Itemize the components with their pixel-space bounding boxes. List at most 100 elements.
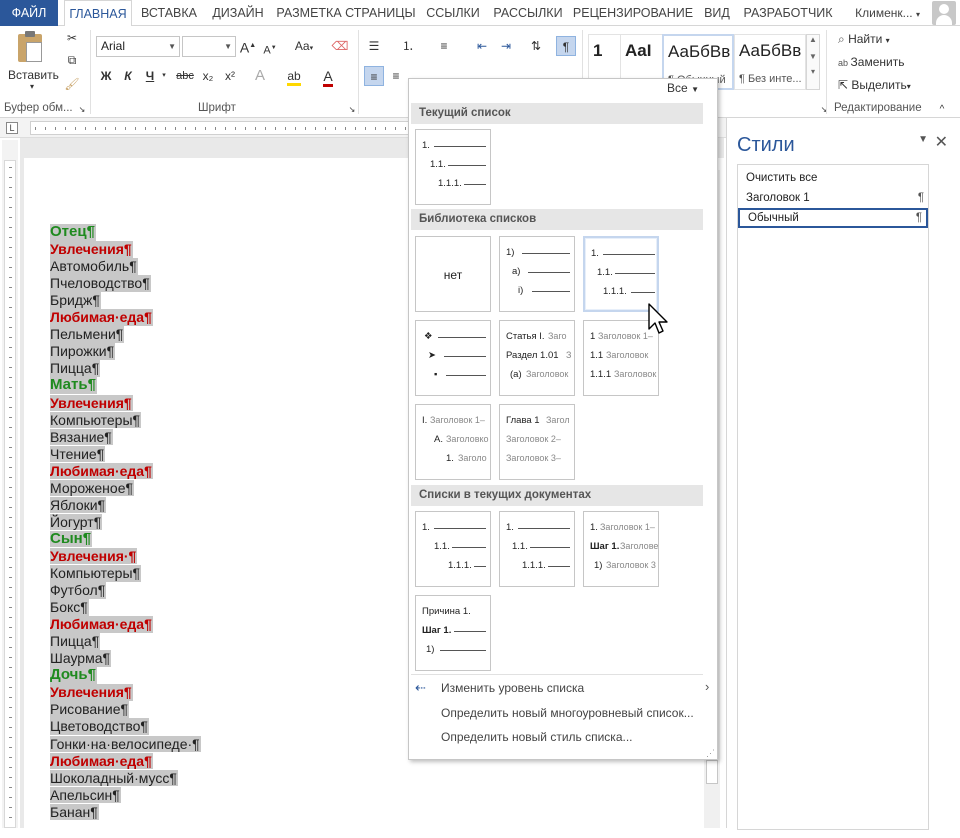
show-marks-icon[interactable]: ¶ [556,36,576,56]
font-size-combo[interactable]: ▼ [182,36,236,57]
dialog-launcher-icon[interactable]: ↘ [342,100,362,120]
document-line[interactable]: Компьютеры¶ [50,565,142,582]
list-thumb-doc-2[interactable]: 1. 1.1. 1.1.1. [499,511,575,587]
font-color-icon[interactable]: A [318,66,338,87]
document-line[interactable]: Отец¶ [50,223,96,241]
chevron-down-icon[interactable]: ▾ [158,66,170,86]
document-line[interactable]: Банан¶ [50,803,99,821]
select-button[interactable]: ⇱ Выделить▾ [838,78,911,92]
decrease-indent-icon[interactable]: ⇤ [472,36,492,56]
document-line[interactable]: Мать¶ [50,377,97,394]
dialog-launcher-icon[interactable]: ↘ [72,100,92,120]
resize-grip-icon[interactable]: ⋰ [706,748,715,759]
sort-icon[interactable]: ⇅ [526,36,546,56]
list-thumb-doc-3[interactable]: 1. Заголовок 1– Шаг 1. Заголове 1) Заголово… [583,511,659,587]
find-button[interactable]: ⌕ Найти ▾ [838,32,890,47]
grow-font-icon[interactable]: A▲ [238,36,258,56]
style-item-clear-all[interactable]: Очистить все [738,168,928,188]
menu-change-list-level[interactable]: Изменить уровень списка [441,681,584,695]
document-line[interactable]: Шаурма¶ [50,650,112,667]
document-line[interactable]: Рисование¶ [50,701,130,718]
menu-define-list-style[interactable]: Определить новый стиль списка... [441,730,633,744]
cut-icon[interactable]: ✂ [62,28,82,48]
document-line[interactable]: Апельсин¶ [50,786,121,804]
list-thumb-numbered-hover[interactable]: 1. 1.1. 1.1.1. [583,236,659,312]
styles-scroll[interactable]: ▲ ▼ ▾ [806,34,820,90]
list-thumb-doc-1[interactable]: 1. 1.1. 1.1.1. [415,511,491,587]
document-line[interactable]: Сын¶ [50,530,93,548]
bold-button[interactable]: Ж [96,66,116,86]
text-effects-icon[interactable]: A [250,66,270,86]
style-item-heading1[interactable]: Заголовок 1 ¶ [738,188,928,208]
menu-define-multilevel-list[interactable]: Определить новый многоуровневый список..… [441,706,694,720]
tab-design[interactable]: ДИЗАЙН [206,0,270,26]
document-line[interactable]: Компьютеры¶ [50,411,142,429]
replace-button[interactable]: ab Заменить [838,55,904,69]
list-thumb-doc-4[interactable]: Причина 1. Шаг 1. 1) [415,595,491,671]
strikethrough-button[interactable]: abc [174,66,196,86]
chevron-down-icon[interactable]: ▼ [918,134,928,145]
document-line[interactable]: Гонки·на·велосипеде·¶ [50,735,201,752]
change-case-button[interactable]: Aa▾ [288,36,320,56]
document-line[interactable]: Яблоки¶ [50,496,107,514]
shrink-font-icon[interactable]: A▼ [260,38,280,58]
document-line[interactable]: Бридж¶ [50,292,101,309]
list-thumb-roman[interactable]: I. Заголовок 1– A. Заголовко 1. Заголо [415,404,491,480]
bullets-icon[interactable]: ☰ [364,36,384,56]
avatar[interactable] [932,1,956,25]
align-left-icon[interactable]: ≡ [364,66,384,86]
document-line[interactable]: Любимая·еда¶ [50,309,153,326]
tab-references[interactable]: ССЫЛКИ [422,0,484,26]
list-thumb-current[interactable]: 1. 1.1. 1.1.1. [415,129,491,205]
tab-mailings[interactable]: РАССЫЛКИ [490,0,566,26]
increase-indent-icon[interactable]: ⇥ [496,36,516,56]
vertical-ruler[interactable] [2,140,18,828]
document-line[interactable]: Пчеловодство¶ [50,275,151,292]
superscript-button[interactable]: x² [220,66,240,86]
document-line[interactable]: Любимая·еда¶ [50,616,153,633]
format-painter-icon[interactable]: 🖌 [62,74,82,94]
numbering-icon[interactable]: ⒈ [398,36,418,56]
italic-button[interactable]: К [118,66,138,86]
document-line[interactable]: Увлечения¶ [50,394,133,411]
document-line[interactable]: Увлечения·¶ [50,547,138,565]
subscript-button[interactable]: x₂ [198,66,218,86]
tab-page-layout[interactable]: РАЗМЕТКА СТРАНИЦЫ [276,0,416,26]
collapse-ribbon-icon[interactable]: ^ [932,100,952,120]
tab-developer[interactable]: РАЗРАБОТЧИК [740,0,836,26]
document-line[interactable]: Чтение¶ [50,445,106,463]
font-name-combo[interactable]: Arial ▼ [96,36,180,57]
scrollbar-thumb[interactable] [706,760,718,784]
user-name[interactable]: Клименк... ▾ [855,0,920,26]
style-no-spacing[interactable]: АаБбВв ¶ Без инте... [734,34,806,90]
filter-all-dropdown[interactable]: Все ▼ [667,81,699,95]
copy-icon[interactable]: ⧉ [62,50,82,70]
list-thumb-article[interactable]: Статья I. Заго Раздел 1.01 З (a) Заголовок [499,320,575,396]
list-thumb-none[interactable]: нет [415,236,491,312]
tab-insert[interactable]: ВСТАВКА [138,0,200,26]
document-line[interactable]: Футбол¶ [50,582,107,599]
document-line[interactable]: Автомобиль¶ [50,258,138,275]
list-thumb-parentheses[interactable]: 1) a) i) [499,236,575,312]
document-line[interactable]: Мороженое¶ [50,479,134,497]
style-item-normal[interactable]: Обычный ¶ [738,208,928,228]
document-line[interactable]: Йогурт¶ [50,513,103,531]
document-line[interactable]: Бокс¶ [50,599,89,616]
document-line[interactable]: Вязание¶ [50,428,113,446]
document-line[interactable]: Любимая·еда¶ [50,462,153,480]
underline-button[interactable]: Ч [140,66,160,86]
tab-view[interactable]: ВИД [700,0,734,26]
close-icon[interactable]: ✕ [935,132,948,152]
tab-file[interactable]: ФАЙЛ [0,0,58,26]
horizontal-ruler[interactable] [30,121,410,135]
list-thumb-chapter[interactable]: Глава 1 Загол Заголовок 2– Заголовок 3– [499,404,575,480]
document-line[interactable]: Увлечения¶ [50,241,133,258]
document-line[interactable]: Увлечения¶ [50,684,133,701]
document-line[interactable]: Цветоводство¶ [50,718,149,735]
document-line[interactable]: Любимая·еда¶ [50,752,153,770]
list-thumb-symbols[interactable]: ❖ ➤ ▪ [415,320,491,396]
document-line[interactable]: Пельмени¶ [50,326,125,343]
document-line[interactable]: Пицца¶ [50,633,101,650]
document-line[interactable]: Пицца¶ [50,360,101,377]
dialog-launcher-icon[interactable]: ↘ [814,100,834,120]
